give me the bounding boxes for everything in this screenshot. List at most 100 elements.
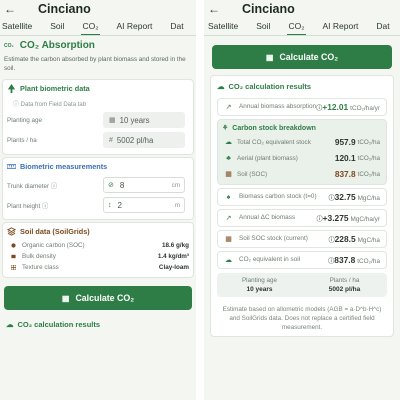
soil-card: Soil data (SoilGrids) Organic carbon (SO…	[2, 222, 194, 278]
soil-row-density: Bulk density 1.4 kg/dm³	[3, 251, 193, 262]
result-value-wrap: ⓘ32.75 MgC/ha	[329, 192, 380, 202]
trunk-value: 8	[119, 180, 125, 190]
info-icon[interactable]: ⓘ	[42, 203, 48, 210]
breakdown-title: Carbon stock breakdown	[232, 124, 316, 132]
planting-age-value: 10 years	[119, 115, 150, 125]
annual-absorption-row: ↗ Annual biomass absorption ⓘ+12.01 tCO₂/…	[218, 99, 386, 115]
summary-age-value: 10 years	[246, 286, 273, 293]
result-row: ♠ Biomass carbon stock (t=0) ⓘ32.75 MgC/h…	[218, 189, 386, 205]
hash-icon: #	[109, 136, 113, 144]
hierarchy-icon: ⚘	[222, 125, 229, 132]
calculate-co2-button[interactable]: ▦ Calculate CO₂	[212, 45, 392, 69]
plant-height-input[interactable]: ↕ 2 m	[103, 197, 185, 213]
tab-ai-report[interactable]: AI Report	[314, 17, 368, 35]
calculate-co2-button[interactable]: ▦ Calculate CO₂	[4, 286, 192, 310]
plant-data-card: Plant biometric data ⓘ Data from Field D…	[2, 79, 194, 155]
plants-field: # 5002 pl/ha	[103, 132, 185, 148]
result-label: Biomass carbon stock (t=0)	[239, 193, 317, 200]
leaf-icon	[11, 243, 16, 248]
summary-plants-label: Plants / ha	[329, 277, 360, 284]
result-value-wrap: ⓘ+3.275 MgC/ha/yr	[317, 213, 380, 223]
back-arrow-icon[interactable]: ←	[208, 2, 222, 16]
tree-icon	[7, 84, 16, 93]
co2-cloud-icon: ☁	[6, 320, 14, 329]
result-unit: MgC/ha	[357, 195, 380, 202]
soil-icon: ▦	[225, 171, 232, 178]
results-header: ☁ CO₂ calculation results	[0, 314, 196, 333]
biometric-title: Biometric measurements	[20, 162, 108, 171]
trunk-unit: cm	[171, 181, 180, 189]
breakdown-row-total: ☁ Total CO₂ equivalent stock 957.9 tCO₂/h…	[218, 134, 386, 150]
breakdown-unit: tCO₂/ha	[357, 138, 380, 146]
tab-data[interactable]: Dat	[161, 17, 192, 35]
breakdown-label: Total CO₂ equivalent stock	[237, 138, 311, 146]
height-label: Plant height	[7, 202, 41, 210]
result-value: 228.5	[334, 234, 356, 244]
calculator-icon: ▦	[265, 52, 274, 62]
results-title: CO₂ calculation results	[228, 82, 312, 91]
diameter-icon: ⊘	[108, 182, 114, 189]
tab-soil[interactable]: Soil	[247, 17, 279, 35]
soil-header: Soil data (SoilGrids)	[3, 223, 193, 240]
summary-age: Planting age 10 years	[217, 277, 302, 293]
plant-data-header: Plant biometric data	[3, 80, 193, 97]
summary-age-label: Planting age	[241, 277, 277, 284]
annual-unit: tCO₂/ha/yr	[350, 105, 380, 112]
section-description: Estimate the carbon absorbed by plant bi…	[4, 56, 186, 72]
tab-bar: Satellite Soil CO₂ AI Report Dat	[0, 17, 196, 36]
screenshot-stage: ← Cinciano Satellite Soil CO₂ AI Report …	[0, 0, 400, 400]
app-title: Cinciano	[242, 1, 295, 16]
result-unit: tCO₂/ha	[357, 258, 380, 265]
planting-age-label: Planting age	[7, 116, 43, 124]
tab-satellite[interactable]: Satellite	[0, 17, 41, 35]
tab-data[interactable]: Dat	[367, 17, 398, 35]
info-icon[interactable]: ⓘ	[51, 183, 57, 190]
breakdown-value: 837.8	[334, 169, 356, 179]
result-value: +3.275	[322, 213, 349, 223]
plants-value: 5002 pl/ha	[116, 135, 154, 145]
result-label: CO₂ equivalent in soil	[239, 256, 301, 263]
calculate-label: Calculate CO₂	[75, 293, 135, 303]
result-item: ☁ CO₂ equivalent in soil ⓘ837.8 tCO₂/ha	[217, 251, 387, 269]
source-note-text: Data from Field Data tab	[20, 102, 87, 108]
tab-bar: Satellite Soil CO₂ AI Report Dat	[204, 17, 400, 36]
plants-row: Plants / ha # 5002 pl/ha	[3, 130, 193, 150]
tab-co2[interactable]: CO₂	[73, 17, 107, 35]
tab-co2[interactable]: CO₂	[279, 17, 313, 35]
trunk-diameter-input[interactable]: ⊘ 8 cm	[103, 177, 185, 193]
breakdown-label: Aerial (plant biomass)	[237, 154, 298, 162]
height-row: Plant height ⓘ ↕ 2 m	[3, 195, 193, 215]
planting-age-field: ▦ 10 years	[103, 112, 185, 128]
annual-value-wrap: ⓘ+12.01 tCO₂/ha/yr	[316, 102, 380, 112]
calculator-icon: ▦	[61, 293, 70, 303]
tree-icon: ♠	[226, 193, 231, 201]
summary-strip: Planting age 10 years Plants / ha 5002 p…	[217, 273, 387, 297]
result-label: Soil SOC stock (current)	[239, 235, 308, 242]
tab-ai-report[interactable]: AI Report	[108, 17, 162, 35]
height-value: 2	[117, 200, 122, 210]
back-arrow-icon[interactable]: ←	[4, 2, 18, 16]
breakdown-row-soil: ▦ Soil (SOC) 837.8 tCO₂/ha	[218, 166, 386, 182]
results-header: ☁ CO₂ calculation results	[211, 76, 393, 95]
footnote: Estimate based on allometric models (AGB…	[222, 306, 382, 331]
layers-icon	[7, 227, 16, 236]
cloud-icon: ☁	[225, 257, 232, 264]
calculate-label: Calculate CO₂	[279, 52, 339, 62]
tab-satellite[interactable]: Satellite	[204, 17, 247, 35]
trend-up-icon: ↗	[225, 104, 232, 111]
result-unit: MgC/ha/yr	[350, 216, 380, 223]
info-icon: ⓘ	[13, 102, 21, 108]
leaf-icon: ♣	[226, 154, 231, 162]
result-label: Annual ΔC biomass	[239, 214, 296, 221]
trunk-row: Trunk diameter ⓘ ⊘ 8 cm	[3, 175, 193, 195]
planting-age-row: Planting age ▦ 10 years	[3, 110, 193, 130]
result-item: ▦ Soil SOC stock (current) ⓘ228.5 MgC/ha	[217, 230, 387, 248]
trend-up-icon: ↗	[225, 215, 232, 222]
tab-soil[interactable]: Soil	[41, 17, 73, 35]
summary-plants-value: 5002 pl/ha	[328, 286, 361, 293]
app-bar: ← Cinciano	[204, 0, 400, 17]
height-label-wrap: Plant height ⓘ	[7, 201, 103, 210]
source-note: ⓘ Data from Field Data tab	[3, 97, 193, 110]
result-value: 837.8	[334, 255, 356, 265]
